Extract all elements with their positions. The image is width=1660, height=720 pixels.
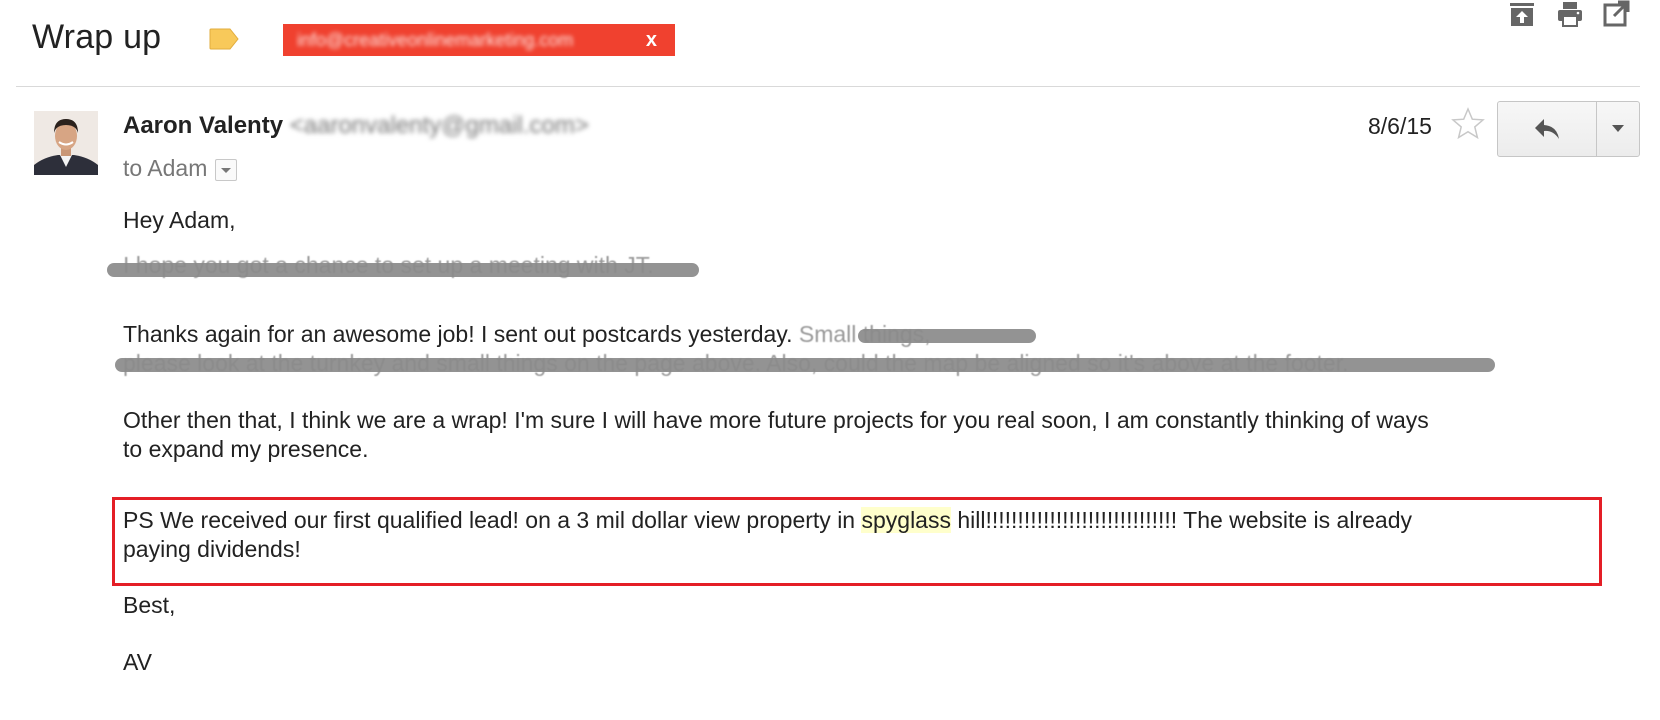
label-tag-icon[interactable]	[209, 28, 239, 50]
recipient-text: to Adam	[123, 155, 208, 181]
reply-icon	[1535, 119, 1559, 139]
closing-paragraph-line-2: to expand my presence.	[123, 436, 369, 462]
thanks-text: Thanks again for an awesome job! I sent …	[123, 321, 793, 347]
message-date: 8/6/15	[1368, 113, 1432, 139]
closing-paragraph-line-1: Other then that, I think we are a wrap! …	[123, 407, 1429, 433]
signoff: Best,	[123, 592, 176, 618]
label-remove-button[interactable]: x	[646, 24, 657, 56]
archive-icon[interactable]	[1508, 0, 1536, 28]
thanks-line: Thanks again for an awesome job! I sent …	[123, 319, 931, 349]
sender-avatar[interactable]	[34, 111, 98, 175]
email-subject: Wrap up	[32, 18, 162, 56]
sender-name[interactable]: Aaron Valenty	[123, 112, 283, 139]
annotation-highlight-box	[112, 497, 1602, 586]
print-icon[interactable]	[1556, 0, 1584, 28]
label-chip[interactable]: info@creativeonlinemarketing.com x	[283, 24, 675, 56]
sender-email[interactable]: <aaronvalenty@gmail.com>	[290, 112, 589, 139]
open-in-new-window-icon[interactable]	[1602, 0, 1630, 28]
recipient-line: to Adam	[123, 155, 238, 182]
greeting-line: Hey Adam,	[123, 207, 236, 233]
header-divider	[16, 86, 1640, 87]
label-chip-text: info@creativeonlinemarketing.com	[297, 30, 574, 50]
more-options-dropdown[interactable]	[1597, 102, 1639, 156]
show-details-dropdown-icon[interactable]	[215, 158, 238, 181]
signature: AV	[123, 649, 152, 675]
star-icon[interactable]	[1450, 106, 1486, 142]
redaction-scribble	[115, 358, 1495, 372]
reply-button-group	[1497, 101, 1640, 157]
reply-button[interactable]	[1498, 102, 1597, 156]
subject-bar: Wrap up info@creativeonlinemarketing.com…	[0, 0, 1660, 86]
redaction-scribble	[107, 263, 699, 277]
redaction-scribble	[858, 329, 1036, 343]
sender-line: Aaron Valenty <aaronvalenty@gmail.com>	[123, 112, 589, 140]
